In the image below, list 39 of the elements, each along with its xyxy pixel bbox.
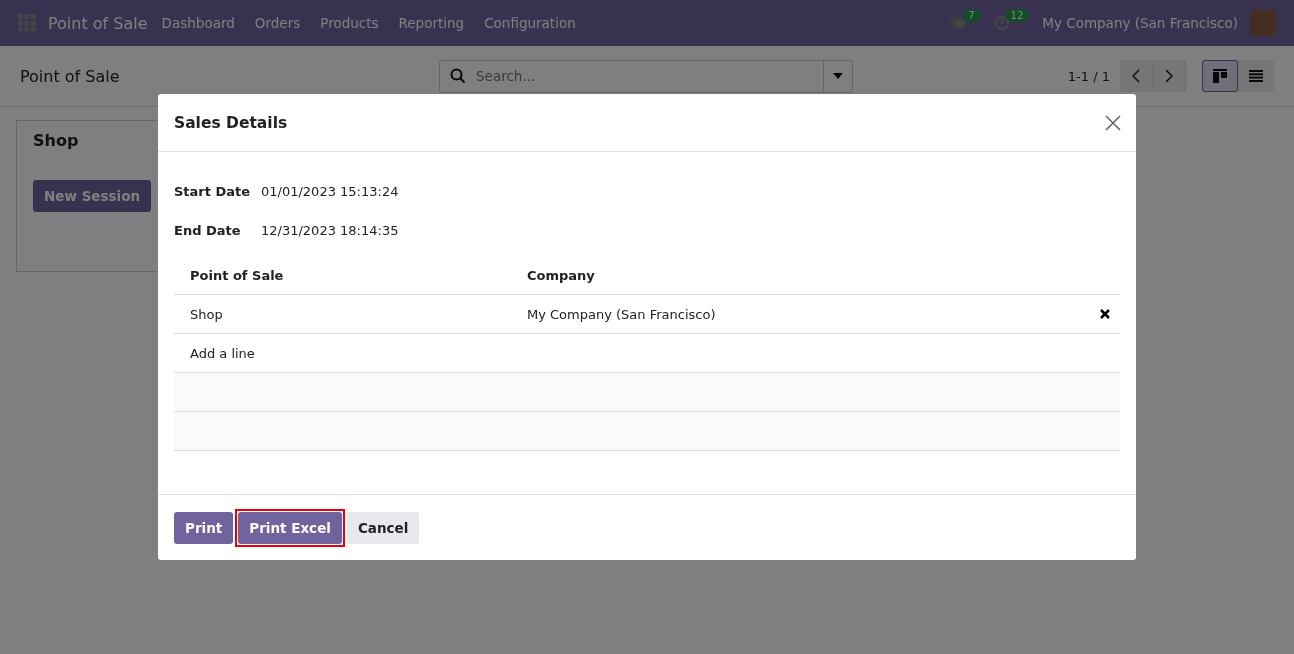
add-line-link[interactable]: Add a line [174, 345, 527, 361]
activity-count-badge: 12 [1005, 9, 1029, 22]
clock-icon[interactable] [993, 15, 1010, 31]
cancel-button[interactable]: Cancel [346, 511, 420, 544]
menu-item[interactable]: Reporting [398, 15, 465, 31]
search-bar[interactable]: Search... [439, 59, 853, 93]
app-name[interactable]: Point of Sale [48, 13, 148, 33]
chat-icon[interactable] [949, 15, 968, 31]
column-header: Point of Sale [189, 267, 285, 283]
company-switcher[interactable]: My Company (San Francisco) [1042, 15, 1238, 31]
card-title: Shop [33, 131, 79, 150]
delete-icon[interactable] [1100, 309, 1110, 319]
table-cell[interactable]: Shop [174, 306, 527, 322]
date-field[interactable]: 01/01/2023 15:13:24 [261, 184, 399, 199]
chevron-right-icon [1165, 69, 1173, 83]
kanban-view-button[interactable] [1202, 60, 1238, 92]
dialog-title: Sales Details [174, 113, 288, 132]
primary-button[interactable]: Print [174, 511, 234, 544]
list-icon [1249, 70, 1263, 82]
message-count-badge: 7 [963, 9, 980, 22]
table-cell[interactable]: My Company (San Francisco) [527, 306, 1090, 322]
primary-button[interactable]: Print Excel [238, 511, 342, 544]
date-field[interactable]: 12/31/2023 18:14:35 [261, 223, 399, 238]
menu-item[interactable]: Orders [254, 15, 301, 31]
menu-item[interactable]: Configuration [484, 15, 576, 31]
field-label: End Date [174, 223, 242, 238]
search-icon [450, 68, 466, 84]
close-icon[interactable] [1105, 114, 1121, 131]
new-session-button[interactable]: New Session [33, 180, 152, 212]
menu-item[interactable]: Dashboard [161, 15, 235, 31]
breadcrumb: Point of Sale [20, 66, 121, 86]
search-input[interactable]: Search... [474, 67, 823, 85]
field-label: Start Date [174, 184, 252, 199]
pager-value[interactable]: 1-1 / 1 [1067, 68, 1110, 84]
kanban-icon [1213, 69, 1227, 83]
caret-icon [833, 73, 843, 79]
column-header: Company [527, 267, 596, 283]
chevron-left-icon [1132, 69, 1140, 83]
menu-item[interactable]: Products [320, 15, 379, 31]
